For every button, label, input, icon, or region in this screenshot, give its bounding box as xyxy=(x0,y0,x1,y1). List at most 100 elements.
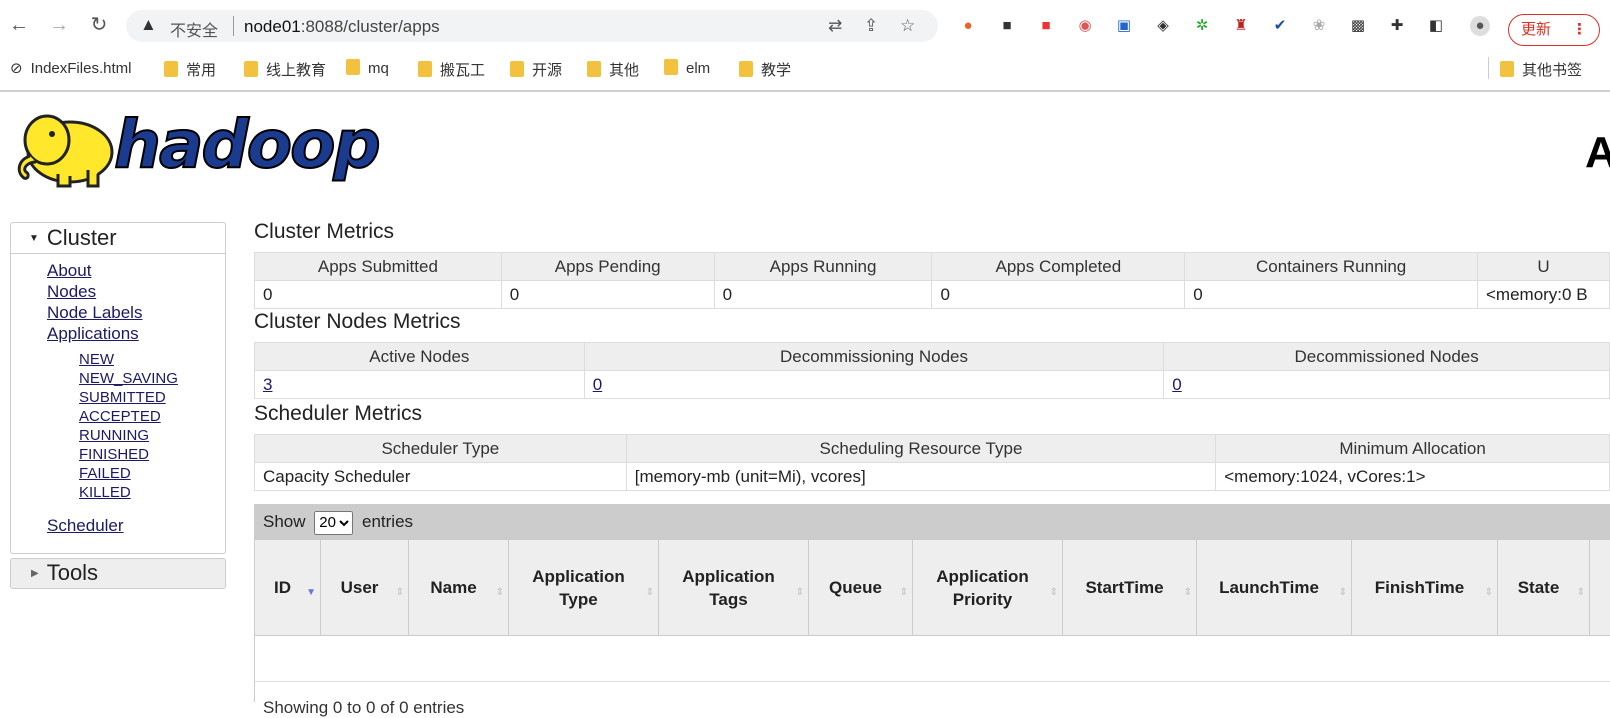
metrics-value-cell: 0 xyxy=(1163,370,1610,399)
table-body xyxy=(255,636,1610,682)
cluster-header[interactable]: ▼ Cluster xyxy=(11,223,225,254)
address-bar[interactable]: ▲ 不安全 node01:8088/cluster/apps ⇄ ⇪ ☆ xyxy=(126,10,938,42)
column-header-queue[interactable]: Queue ⇕ xyxy=(809,540,913,635)
reload-icon[interactable]: ↻ xyxy=(86,12,112,38)
nav-state-killed-link[interactable]: KILLED xyxy=(11,483,225,502)
metrics-column-header: U xyxy=(1476,252,1610,281)
selenium-extension-icon[interactable]: ▩ xyxy=(1348,16,1368,36)
sort-icon: ⇕ xyxy=(1049,587,1058,598)
nav-about-link[interactable]: About xyxy=(11,260,225,281)
sidebar-tools[interactable]: ▶ Tools xyxy=(10,558,226,589)
metrics-header-row: Apps Submitted Apps Pending Apps Running Ap… xyxy=(254,252,1610,281)
metrics-column-header: Decommissioned Nodes xyxy=(1163,342,1610,371)
nav-state-submitted-link[interactable]: SUBMITTED xyxy=(11,388,225,407)
metrics-value: <memory:0 B xyxy=(1485,284,1588,304)
sort-icon: ⇕ xyxy=(1576,587,1585,598)
column-header-label: Queue xyxy=(829,578,882,597)
column-header-name[interactable]: Name ⇕ xyxy=(409,540,509,635)
folder-icon xyxy=(346,59,360,75)
extension-icon[interactable]: ♜ xyxy=(1231,16,1251,36)
bookmark-label: 线上教育 xyxy=(266,62,327,79)
column-header-application-type[interactable]: Application Type ⇕ xyxy=(509,540,659,635)
nav-state-running-link[interactable]: RUNNING xyxy=(11,426,225,445)
metrics-value-cell: <memory:1024, vCores:1> xyxy=(1215,462,1610,491)
metrics-header-row: Scheduler Type Scheduling Resource Type Mi… xyxy=(254,434,1610,463)
other-bookmarks-label: 其他书签 xyxy=(1522,62,1583,79)
column-header-label: Name xyxy=(430,578,477,597)
check-extension-icon[interactable]: ✔ xyxy=(1270,16,1290,36)
table-header-row: ID ▼ User ⇕ Name ⇕ Application Type ⇕ Applicatio… xyxy=(255,540,1610,636)
column-header-application-tags[interactable]: Application Tags ⇕ xyxy=(659,540,809,635)
metrics-value-link[interactable]: 3 xyxy=(263,375,272,394)
nav-state-accepted-link[interactable]: ACCEPTED xyxy=(11,407,225,426)
metrics-value: 0 xyxy=(1193,284,1203,304)
update-label: 更新 xyxy=(1521,21,1552,38)
metrics-value-link[interactable]: 0 xyxy=(593,375,602,394)
star-icon[interactable]: ☆ xyxy=(900,16,915,36)
column-header-application-priority[interactable]: Application Priority ⇕ xyxy=(913,540,1063,635)
bookmark-item[interactable]: 教学 xyxy=(739,59,791,80)
other-bookmarks[interactable]: 其他书签 xyxy=(1500,59,1582,80)
update-button[interactable]: 更新 ⋮ xyxy=(1508,14,1600,46)
column-header-finishtime[interactable]: FinishTime ⇕ xyxy=(1352,540,1498,635)
puzzle-icon[interactable]: ✚ xyxy=(1387,16,1407,36)
bookmark-item[interactable]: 开源 xyxy=(510,59,562,80)
column-header-starttime[interactable]: StartTime ⇕ xyxy=(1063,540,1197,635)
page-size-select[interactable]: 20 xyxy=(314,510,354,535)
warning-icon[interactable]: ▲ xyxy=(140,15,157,35)
nav-state-new-link[interactable]: NEW xyxy=(11,350,225,369)
back-icon[interactable]: ← xyxy=(6,12,32,38)
forward-icon[interactable]: → xyxy=(46,12,72,38)
metrics-value-cell: 0 xyxy=(583,370,1165,399)
nav-state-finished-link[interactable]: FINISHED xyxy=(11,445,225,464)
column-header-launchtime[interactable]: LaunchTime ⇕ xyxy=(1197,540,1352,635)
nav-state-new-saving-link[interactable]: NEW_SAVING xyxy=(11,369,225,388)
extension-icon[interactable]: ■ xyxy=(1036,16,1056,36)
show-label: Show xyxy=(263,512,306,531)
nav-scheduler-link[interactable]: Scheduler xyxy=(11,516,225,536)
save-extension-icon[interactable]: ▣ xyxy=(1114,16,1134,36)
folder-icon xyxy=(587,61,601,77)
browser-toolbar: ← → ↻ ▲ 不安全 node01:8088/cluster/apps ⇄ ⇪… xyxy=(0,6,1610,46)
extension-icon[interactable]: ■ xyxy=(997,16,1017,36)
extension-icon[interactable]: ◈ xyxy=(1153,16,1173,36)
bookmark-item[interactable]: 其他 xyxy=(587,59,639,80)
metrics-value-row: 0 0 0 0 0 <memory:0 B xyxy=(254,280,1610,309)
metrics-value: 0 xyxy=(940,284,950,304)
column-header-state[interactable]: State ⇕ xyxy=(1498,540,1590,635)
globe-icon: ⊘ xyxy=(10,60,23,77)
metrics-column-header: Apps Pending xyxy=(500,252,715,281)
column-header-label: User xyxy=(340,578,379,597)
bookmark-item[interactable]: ⊘ IndexFiles.html xyxy=(10,59,131,77)
url-host: node01 xyxy=(244,17,301,36)
url-text[interactable]: node01:8088/cluster/apps xyxy=(244,17,440,37)
translate-icon[interactable]: ⇄ xyxy=(828,16,842,36)
nav-applications-link[interactable]: Applications xyxy=(11,323,225,344)
metrics-value-row: Capacity Scheduler [memory-mb (unit=Mi), … xyxy=(254,462,1610,491)
weibo-extension-icon[interactable]: ● xyxy=(958,16,978,36)
bookmark-label: 搬瓦工 xyxy=(440,62,486,79)
elephant-icon xyxy=(17,114,114,188)
column-header-user[interactable]: User ⇕ xyxy=(321,540,409,635)
column-header-id[interactable]: ID ▼ xyxy=(255,540,321,635)
extension-icon[interactable]: ❀ xyxy=(1309,16,1329,36)
bookmark-item[interactable]: 线上教育 xyxy=(244,59,326,80)
metrics-column-header: Scheduling Resource Type xyxy=(625,434,1217,463)
metrics-value-cell: Capacity Scheduler xyxy=(254,462,627,491)
cluster-links: About Nodes Node Labels Applications NEW NEW_… xyxy=(11,254,225,536)
nav-state-failed-link[interactable]: FAILED xyxy=(11,464,225,483)
bookmark-item[interactable]: 常用 xyxy=(164,59,216,80)
bookmark-item[interactable]: 搬瓦工 xyxy=(418,59,485,80)
side-panel-icon[interactable]: ◧ xyxy=(1426,16,1446,36)
share-icon[interactable]: ⇪ xyxy=(864,16,878,36)
extension-icon[interactable]: ✲ xyxy=(1192,16,1212,36)
bookmark-item[interactable]: elm xyxy=(664,59,710,77)
profile-icon[interactable]: ● xyxy=(1470,16,1490,36)
metrics-value-link[interactable]: 0 xyxy=(1172,375,1181,394)
nav-node-labels-link[interactable]: Node Labels xyxy=(11,302,225,323)
scheduler-metrics-table: Scheduler Type Scheduling Resource Type Mi… xyxy=(254,434,1610,491)
bookmark-item[interactable]: mq xyxy=(346,59,389,77)
nav-nodes-link[interactable]: Nodes xyxy=(11,281,225,302)
extension-icon[interactable]: ◉ xyxy=(1075,16,1095,36)
menu-icon[interactable]: ⋮ xyxy=(1572,15,1587,45)
